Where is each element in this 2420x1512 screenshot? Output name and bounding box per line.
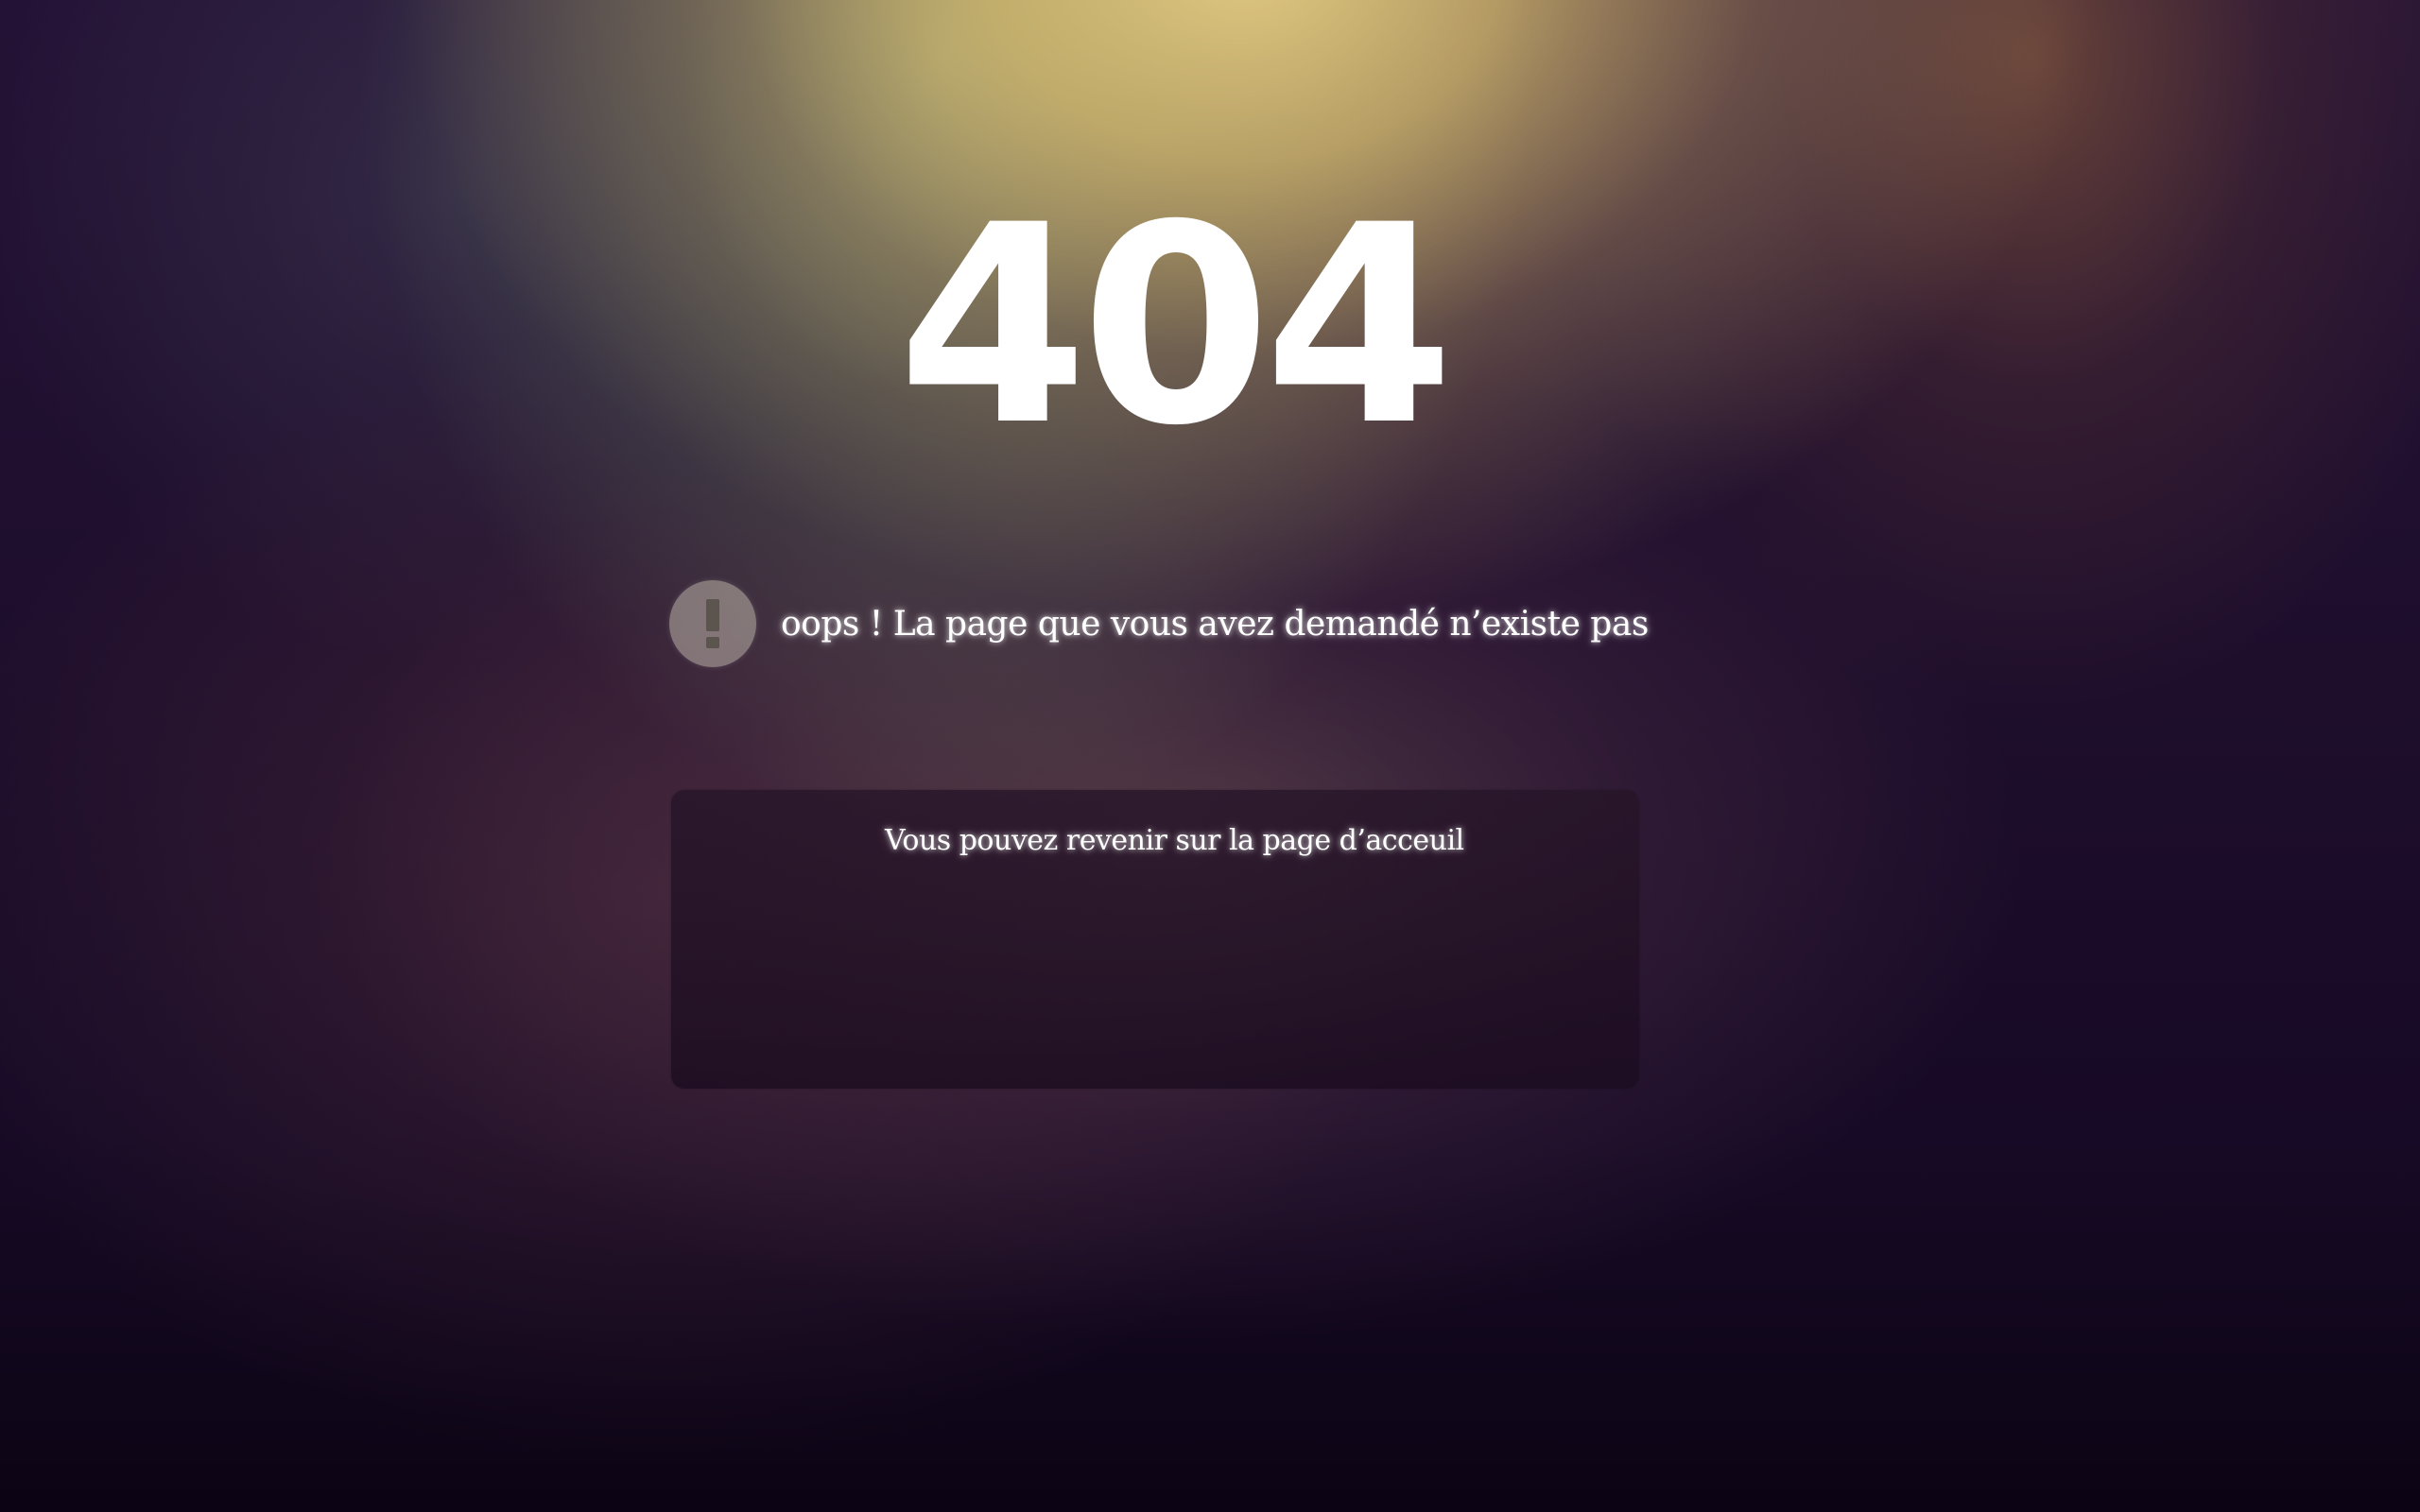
error-code-text: 404 (897, 167, 1446, 486)
error-message-row: oops ! La page que vous avez demandé n’e… (669, 580, 1649, 667)
exclamation-icon (669, 580, 756, 667)
home-link[interactable]: Vous pouvez revenir sur la page d’acceui… (885, 824, 1464, 857)
error-code-heading: 404 (870, 167, 1475, 486)
error-code-graphic: 404 (897, 167, 1454, 486)
home-panel: Vous pouvez revenir sur la page d’acceui… (671, 790, 1639, 1089)
error-message: oops ! La page que vous avez demandé n’e… (781, 604, 1649, 644)
